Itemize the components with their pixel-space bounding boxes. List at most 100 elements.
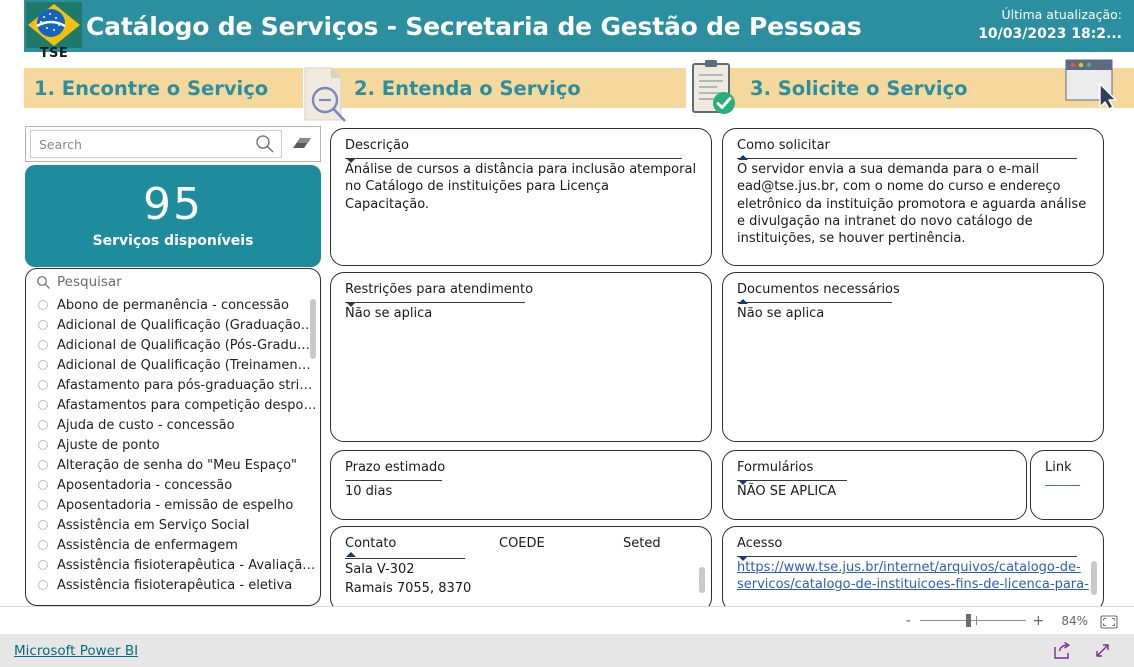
- page-title: Catálogo de Serviços - Secretaria de Ges…: [86, 11, 862, 41]
- list-item[interactable]: Aposentadoria - emissão de espelho: [38, 495, 320, 515]
- list-item[interactable]: Afastamentos para competição despo…: [38, 395, 320, 415]
- list-item[interactable]: Assistência fisioterapêutica - Avaliaçã…: [38, 555, 320, 575]
- contato-col-seted: Seted: [623, 536, 661, 551]
- eraser-icon[interactable]: [291, 135, 313, 153]
- fit-to-page-icon[interactable]: [1100, 614, 1118, 629]
- step-2-entenda[interactable]: 2. Entenda o Serviço: [306, 68, 686, 108]
- list-item[interactable]: Assistência fisioterapêutica - eletiva: [38, 575, 320, 595]
- last-update-value: 10/03/2023 18:2...: [978, 26, 1122, 43]
- list-search-placeholder: Pesquisar: [57, 274, 122, 290]
- title-rule: [345, 302, 525, 303]
- radio-icon[interactable]: [38, 440, 48, 450]
- radio-icon[interactable]: [38, 560, 48, 570]
- zoom-in-button[interactable]: +: [1031, 613, 1045, 629]
- list-item-label: Assistência fisioterapêutica - eletiva: [57, 577, 293, 593]
- radio-icon[interactable]: [38, 500, 48, 510]
- radio-icon[interactable]: [38, 380, 48, 390]
- chevron-up-icon[interactable]: [738, 299, 748, 304]
- list-item-label: Aposentadoria - concessão: [57, 477, 233, 493]
- radio-icon[interactable]: [38, 520, 48, 530]
- powerbi-link[interactable]: Microsoft Power BI: [14, 643, 138, 659]
- zoom-percent-label: 84%: [1061, 613, 1088, 628]
- search-document-icon: [301, 66, 351, 122]
- title-rule: [737, 556, 1077, 557]
- radio-icon[interactable]: [38, 480, 48, 490]
- steps-bar: 1. Encontre o Serviço 2. Entenda o Servi…: [24, 59, 1134, 122]
- chevron-down-icon[interactable]: [738, 480, 748, 485]
- tse-logo-text: TSE: [39, 46, 69, 61]
- panel-formularios: Formulários NÃO SE APLICA: [722, 450, 1027, 520]
- list-item-label: Assistência em Serviço Social: [57, 517, 250, 533]
- list-item-label: Afastamento para pós-graduação stri…: [57, 377, 313, 393]
- search-icon[interactable]: [36, 275, 51, 290]
- radio-icon[interactable]: [38, 460, 48, 470]
- panel-descricao-body: Análise de cursos a distância para inclu…: [345, 162, 697, 212]
- list-item[interactable]: Adicional de Qualificação (Graduação…: [38, 315, 320, 335]
- list-item-label: Ajuda de custo - concessão: [57, 417, 235, 433]
- search-input-wrapper[interactable]: [30, 130, 282, 158]
- chevron-down-icon[interactable]: [346, 158, 356, 163]
- title-rule: [345, 480, 442, 481]
- status-bar: Microsoft Power BI: [0, 634, 1134, 667]
- list-item[interactable]: Afastamento para pós-graduação stri…: [38, 375, 320, 395]
- share-icon[interactable]: [1052, 641, 1071, 660]
- panel-restricoes: Restrições para atendimento Não se aplic…: [330, 272, 712, 442]
- list-item-label: Aposentadoria - emissão de espelho: [57, 497, 294, 513]
- list-item[interactable]: Assistência de enfermagem: [38, 535, 320, 555]
- fullscreen-icon[interactable]: [1093, 641, 1112, 660]
- panel-documentos-title: Documentos necessários: [737, 282, 900, 297]
- radio-icon[interactable]: [38, 420, 48, 430]
- title-rule: [737, 480, 847, 481]
- acesso-scrollbar[interactable]: [1091, 561, 1097, 595]
- panel-prazo-title: Prazo estimado: [345, 460, 446, 475]
- clipboard-check-icon: [687, 58, 739, 118]
- service-list-slicer[interactable]: Pesquisar Abono de permanência - concess…: [25, 268, 321, 606]
- title-rule: [345, 158, 682, 159]
- panel-descricao: Descrição Análise de cursos a distância …: [330, 128, 712, 266]
- title-rule: [345, 558, 465, 559]
- chevron-down-icon[interactable]: [738, 556, 748, 561]
- list-item-label: Adicional de Qualificação (Treinamen…: [57, 357, 311, 373]
- contato-col-coede: COEDE: [499, 536, 545, 551]
- radio-icon[interactable]: [38, 540, 48, 550]
- chevron-down-icon[interactable]: [346, 302, 356, 307]
- search-slicer[interactable]: [25, 126, 321, 162]
- radio-icon[interactable]: [38, 340, 48, 350]
- panel-prazo-estimado: Prazo estimado 10 dias: [330, 450, 712, 520]
- list-item[interactable]: Aposentadoria - concessão: [38, 475, 320, 495]
- panel-acesso-link[interactable]: https://www.tse.jus.br/internet/arquivos…: [737, 560, 1089, 592]
- list-item-label: Assistência de enfermagem: [57, 537, 238, 553]
- panel-restricoes-title: Restrições para atendimento: [345, 282, 534, 297]
- brazil-emblem-icon: [26, 2, 82, 48]
- panel-como-solicitar-title: Como solicitar: [737, 138, 830, 153]
- panel-link: Link: [1030, 450, 1104, 520]
- list-search-row[interactable]: Pesquisar: [26, 269, 320, 295]
- radio-icon[interactable]: [38, 400, 48, 410]
- list-item[interactable]: Adicional de Qualificação (Treinamen…: [38, 355, 320, 375]
- list-item[interactable]: Ajuda de custo - concessão: [38, 415, 320, 435]
- chevron-up-icon[interactable]: [738, 155, 748, 160]
- list-item-label: Adicional de Qualificação (Graduação…: [57, 317, 314, 333]
- zoom-slider-thumb[interactable]: [966, 614, 972, 627]
- search-icon[interactable]: [254, 133, 276, 155]
- list-item-label: Abono de permanência - concessão: [57, 297, 289, 313]
- step-1-encontre[interactable]: 1. Encontre o Serviço: [24, 68, 303, 108]
- radio-icon[interactable]: [38, 320, 48, 330]
- search-input[interactable]: [31, 135, 254, 153]
- zoom-slider[interactable]: [920, 614, 1027, 627]
- list-item[interactable]: Alteração de senha do "Meu Espaço": [38, 455, 320, 475]
- radio-icon[interactable]: [38, 300, 48, 310]
- radio-icon[interactable]: [38, 580, 48, 590]
- zoom-out-button[interactable]: -: [901, 613, 915, 629]
- radio-icon[interactable]: [38, 360, 48, 370]
- last-update-label: Última atualização:: [1001, 7, 1122, 22]
- chevron-up-icon[interactable]: [346, 552, 356, 557]
- panel-como-solicitar: Como solicitar O servidor envia a sua de…: [722, 128, 1104, 266]
- list-item[interactable]: Adicional de Qualificação (Pós-Gradu…: [38, 335, 320, 355]
- contato-scrollbar[interactable]: [699, 567, 705, 593]
- list-scrollbar[interactable]: [310, 299, 316, 359]
- list-item[interactable]: Abono de permanência - concessão: [38, 295, 320, 315]
- tse-logo: TSE: [26, 2, 82, 64]
- list-item[interactable]: Assistência em Serviço Social: [38, 515, 320, 535]
- list-item[interactable]: Ajuste de ponto: [38, 435, 320, 455]
